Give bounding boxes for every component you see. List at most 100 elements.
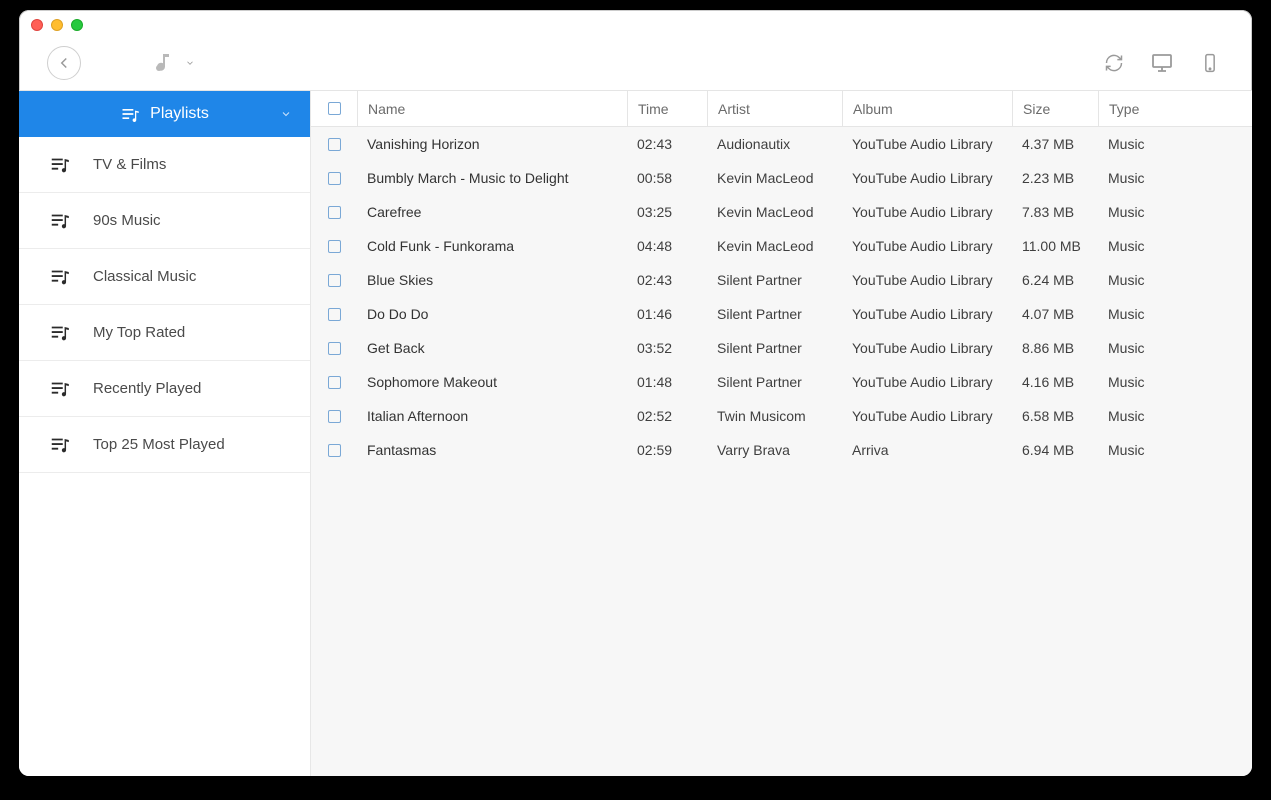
app-window: Playlists TV & Films90s MusicClassical M…	[19, 10, 1252, 776]
cell-name: Sophomore Makeout	[357, 374, 627, 390]
chevron-down-icon	[185, 58, 195, 68]
to-computer-button[interactable]	[1142, 46, 1182, 80]
sidebar-item[interactable]: Classical Music	[19, 249, 310, 305]
cell-type: Music	[1098, 442, 1218, 458]
content: Playlists TV & Films90s MusicClassical M…	[19, 90, 1252, 776]
cell-artist: Silent Partner	[707, 272, 842, 288]
cell-time: 01:48	[627, 374, 707, 390]
cell-type: Music	[1098, 340, 1218, 356]
playlist-icon	[49, 154, 71, 176]
to-device-button[interactable]	[1190, 46, 1230, 80]
playlist-icon	[120, 104, 140, 124]
cell-type: Music	[1098, 136, 1218, 152]
row-checkbox[interactable]	[328, 410, 341, 423]
cell-name: Bumbly March - Music to Delight	[357, 170, 627, 186]
cell-size: 6.58 MB	[1012, 408, 1098, 424]
cell-artist: Silent Partner	[707, 306, 842, 322]
sidebar: Playlists TV & Films90s MusicClassical M…	[19, 91, 311, 776]
table-row[interactable]: Cold Funk - Funkorama04:48Kevin MacLeodY…	[311, 229, 1252, 263]
table-row[interactable]: Bumbly March - Music to Delight00:58Kevi…	[311, 161, 1252, 195]
cell-size: 4.16 MB	[1012, 374, 1098, 390]
column-album[interactable]: Album	[842, 91, 1012, 126]
media-type-dropdown[interactable]	[151, 51, 195, 75]
cell-size: 4.07 MB	[1012, 306, 1098, 322]
playlist-icon	[49, 266, 71, 288]
column-type[interactable]: Type	[1098, 91, 1218, 126]
cell-size: 6.94 MB	[1012, 442, 1098, 458]
refresh-button[interactable]	[1094, 46, 1134, 80]
table-row[interactable]: Do Do Do01:46Silent PartnerYouTube Audio…	[311, 297, 1252, 331]
row-checkbox[interactable]	[328, 206, 341, 219]
cell-album: YouTube Audio Library	[842, 340, 1012, 356]
column-size[interactable]: Size	[1012, 91, 1098, 126]
cell-type: Music	[1098, 272, 1218, 288]
cell-name: Cold Funk - Funkorama	[357, 238, 627, 254]
cell-type: Music	[1098, 306, 1218, 322]
cell-name: Blue Skies	[357, 272, 627, 288]
row-checkbox[interactable]	[328, 444, 341, 457]
cell-size: 7.83 MB	[1012, 204, 1098, 220]
sidebar-item[interactable]: TV & Films	[19, 137, 310, 193]
row-checkbox[interactable]	[328, 274, 341, 287]
sidebar-item-label: Top 25 Most Played	[93, 436, 225, 453]
row-checkbox[interactable]	[328, 376, 341, 389]
cell-time: 02:59	[627, 442, 707, 458]
column-artist[interactable]: Artist	[707, 91, 842, 126]
back-button[interactable]	[47, 46, 81, 80]
table-body: Vanishing Horizon02:43AudionautixYouTube…	[311, 127, 1252, 776]
cell-name: Italian Afternoon	[357, 408, 627, 424]
sidebar-item[interactable]: My Top Rated	[19, 305, 310, 361]
playlist-icon	[49, 322, 71, 344]
cell-album: YouTube Audio Library	[842, 204, 1012, 220]
cell-size: 2.23 MB	[1012, 170, 1098, 186]
cell-time: 02:43	[627, 136, 707, 152]
sidebar-item[interactable]: 90s Music	[19, 193, 310, 249]
cell-artist: Varry Brava	[707, 442, 842, 458]
cell-album: YouTube Audio Library	[842, 136, 1012, 152]
cell-time: 00:58	[627, 170, 707, 186]
table-row[interactable]: Fantasmas02:59Varry BravaArriva6.94 MBMu…	[311, 433, 1252, 467]
row-checkbox[interactable]	[328, 240, 341, 253]
row-checkbox[interactable]	[328, 138, 341, 151]
refresh-icon	[1104, 53, 1124, 73]
cell-type: Music	[1098, 170, 1218, 186]
table-row[interactable]: Get Back03:52Silent PartnerYouTube Audio…	[311, 331, 1252, 365]
maximize-button[interactable]	[71, 19, 83, 31]
cell-name: Carefree	[357, 204, 627, 220]
close-button[interactable]	[31, 19, 43, 31]
column-name[interactable]: Name	[357, 91, 627, 126]
sidebar-header-playlists[interactable]: Playlists	[19, 91, 310, 137]
row-checkbox[interactable]	[328, 342, 341, 355]
cell-name: Get Back	[357, 340, 627, 356]
chevron-down-icon	[280, 108, 292, 120]
cell-album: Arriva	[842, 442, 1012, 458]
sidebar-item-label: My Top Rated	[93, 324, 185, 341]
cell-size: 4.37 MB	[1012, 136, 1098, 152]
sidebar-item[interactable]: Top 25 Most Played	[19, 417, 310, 473]
cell-album: YouTube Audio Library	[842, 408, 1012, 424]
cell-artist: Twin Musicom	[707, 408, 842, 424]
select-all-checkbox[interactable]	[328, 102, 341, 115]
window-controls	[31, 19, 83, 31]
cell-time: 03:25	[627, 204, 707, 220]
cell-type: Music	[1098, 238, 1218, 254]
table-row[interactable]: Blue Skies02:43Silent PartnerYouTube Aud…	[311, 263, 1252, 297]
cell-time: 04:48	[627, 238, 707, 254]
cell-artist: Silent Partner	[707, 374, 842, 390]
column-time[interactable]: Time	[627, 91, 707, 126]
cell-size: 11.00 MB	[1012, 238, 1098, 254]
cell-time: 02:43	[627, 272, 707, 288]
row-checkbox[interactable]	[328, 308, 341, 321]
cell-album: YouTube Audio Library	[842, 306, 1012, 322]
table-row[interactable]: Carefree03:25Kevin MacLeodYouTube Audio …	[311, 195, 1252, 229]
sidebar-item[interactable]: Recently Played	[19, 361, 310, 417]
table-row[interactable]: Sophomore Makeout01:48Silent PartnerYouT…	[311, 365, 1252, 399]
table-row[interactable]: Italian Afternoon02:52Twin MusicomYouTub…	[311, 399, 1252, 433]
playlist-icon	[49, 434, 71, 456]
cell-time: 03:52	[627, 340, 707, 356]
playlist-icon	[49, 210, 71, 232]
minimize-button[interactable]	[51, 19, 63, 31]
table-row[interactable]: Vanishing Horizon02:43AudionautixYouTube…	[311, 127, 1252, 161]
row-checkbox[interactable]	[328, 172, 341, 185]
cell-album: YouTube Audio Library	[842, 170, 1012, 186]
